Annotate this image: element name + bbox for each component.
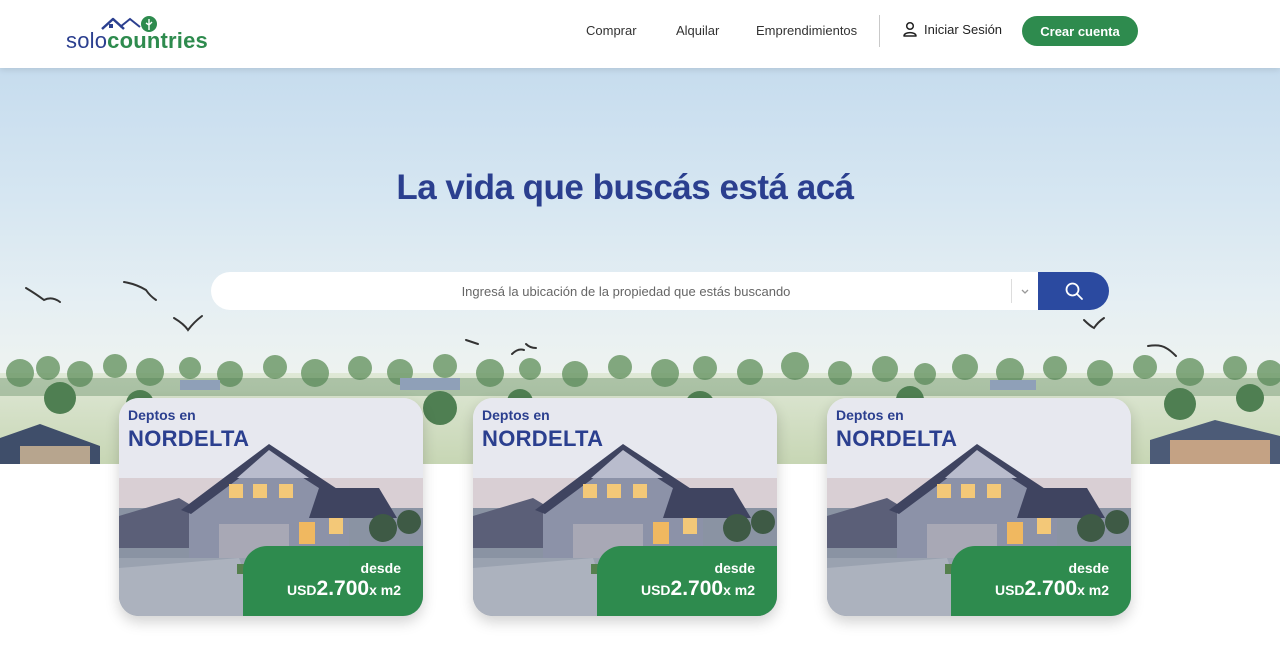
price-badge: desde USD2.700x m2 [243,546,423,616]
login-button[interactable]: Iniciar Sesión [902,21,1002,37]
nav-alquilar[interactable]: Alquilar [676,23,719,38]
price-unit: x m2 [369,582,401,598]
price-badge: desde USD2.700x m2 [951,546,1131,616]
price-amount: 2.700 [1024,577,1078,600]
price-currency: USD [994,582,1025,598]
price-amount: 2.700 [316,577,370,600]
card-subtitle: Deptos en [482,407,550,423]
price-unit: x m2 [1077,582,1109,598]
price-from-label: desde [714,560,755,576]
price-from-label: desde [1068,560,1109,576]
property-card[interactable]: Deptos en NORDELTA desde USD2.700x m2 [827,398,1131,616]
nav-emprendimientos[interactable]: Emprendimientos [756,23,857,38]
card-title: NORDELTA [482,426,604,451]
card-title: NORDELTA [836,426,958,451]
card-title: NORDELTA [128,426,250,451]
price-value: USD2.700x m2 [287,577,401,601]
login-label: Iniciar Sesión [924,21,1003,37]
price-value: USD2.700x m2 [641,577,755,601]
price-value: USD2.700x m2 [995,577,1109,601]
search-bar [211,272,1109,310]
user-icon [903,21,917,37]
search-divider [1011,279,1012,303]
location-search-input[interactable] [211,272,1041,310]
price-badge: desde USD2.700x m2 [597,546,777,616]
card-subtitle: Deptos en [836,407,904,423]
chevron-down-icon[interactable] [1017,282,1033,300]
logo-text-solo: solo [66,28,108,53]
price-from-label: desde [360,560,401,576]
search-icon [1065,282,1083,300]
nav-comprar[interactable]: Comprar [586,23,637,38]
logo-text: solocountries [66,28,208,54]
price-unit: x m2 [723,582,755,598]
property-card[interactable]: Deptos en NORDELTA desde USD2.700x m2 [119,398,423,616]
price-currency: USD [286,582,317,598]
logo[interactable]: solocountries [66,15,226,55]
property-card[interactable]: Deptos en NORDELTA desde USD2.700x m2 [473,398,777,616]
search-button[interactable] [1038,272,1109,310]
signup-button[interactable]: Crear cuenta [1022,16,1138,46]
site-header: solocountries Comprar Alquilar Emprendim… [0,0,1280,68]
nav-divider [879,15,880,47]
price-amount: 2.700 [670,577,724,600]
card-subtitle: Deptos en [128,407,196,423]
price-currency: USD [640,582,671,598]
hero-title: La vida que buscás está acá [396,168,854,207]
logo-text-countries: countries [107,28,208,53]
